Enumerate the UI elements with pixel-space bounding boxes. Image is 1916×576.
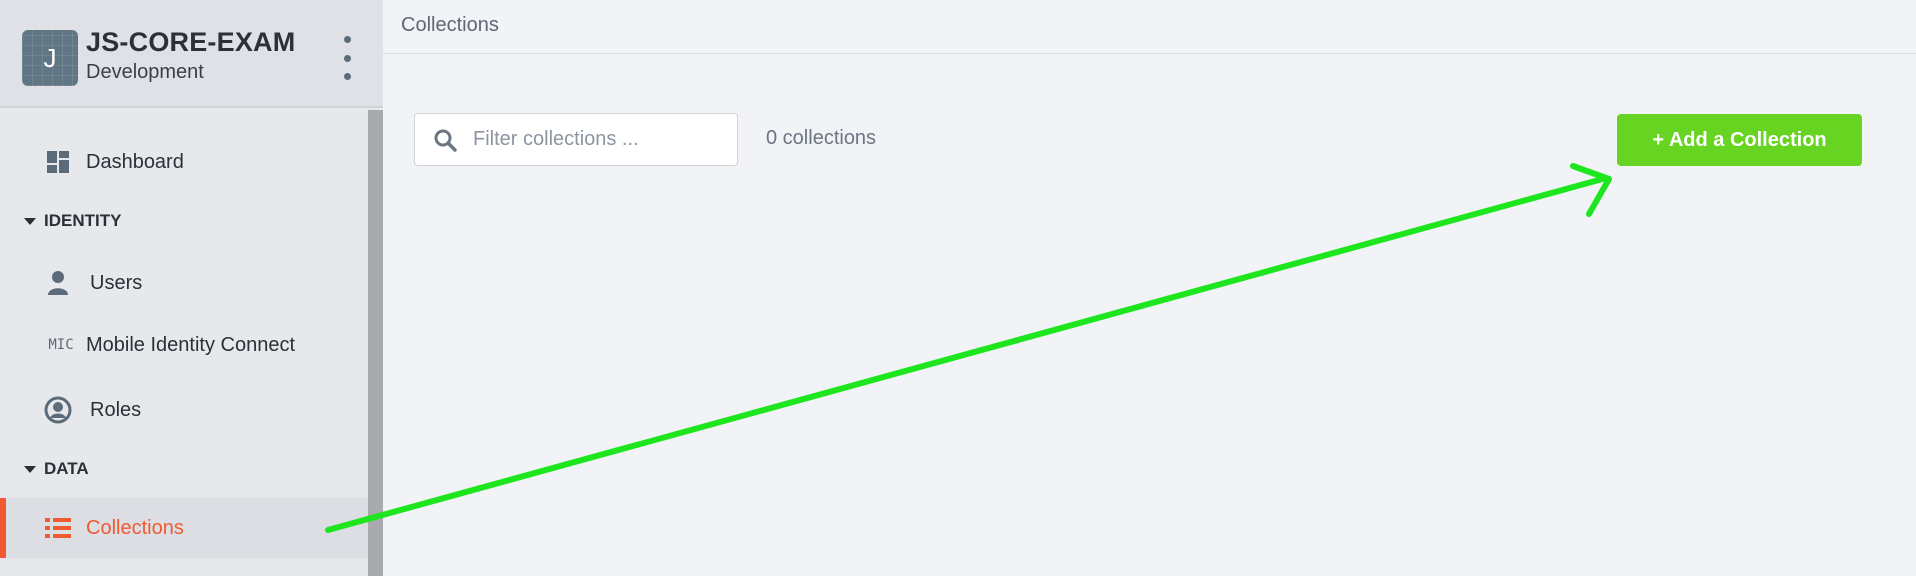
section-label: DATA (44, 459, 89, 478)
sidebar-item-label: Collections (86, 516, 184, 539)
section-data[interactable]: DATA (24, 455, 89, 483)
app-logo[interactable]: J (22, 30, 78, 86)
sidebar-item-users[interactable]: Users (0, 254, 368, 312)
app-header: J JS-CORE-EXAM Development (0, 0, 383, 108)
sidebar-scrollbar[interactable] (368, 110, 383, 576)
sidebar-item-dashboard[interactable]: Dashboard (0, 133, 368, 191)
app-environment: Development (86, 61, 204, 83)
active-indicator (0, 498, 6, 558)
search-icon (433, 128, 457, 152)
sidebar-item-collections[interactable]: Collections (0, 498, 368, 558)
topbar: Collections (383, 0, 1916, 54)
dashboard-icon (44, 148, 72, 176)
sidebar-item-mobile-identity-connect[interactable]: MIC Mobile Identity Connect (0, 316, 368, 374)
sidebar-item-roles[interactable]: Roles (0, 381, 368, 439)
app-name: JS-CORE-EXAM (86, 27, 296, 57)
collections-count: 0 collections (766, 127, 877, 149)
sidebar: J JS-CORE-EXAM Development Dashboard IDE… (0, 0, 383, 576)
mic-icon: MIC (48, 337, 74, 353)
sidebar-item-label: Dashboard (86, 150, 184, 173)
filter-collections-search[interactable] (414, 113, 738, 166)
sidebar-item-label: Users (90, 271, 143, 294)
kebab-menu-icon[interactable] (337, 36, 357, 80)
caret-down-icon (24, 217, 36, 225)
section-label: IDENTITY (44, 211, 122, 230)
roles-icon (44, 396, 72, 424)
section-identity[interactable]: IDENTITY (24, 207, 121, 235)
user-icon (44, 269, 72, 297)
sidebar-item-label: Mobile Identity Connect (86, 333, 296, 356)
add-collection-button[interactable]: + Add a Collection (1617, 114, 1862, 166)
list-icon (44, 514, 72, 542)
sidebar-item-label: Roles (90, 398, 142, 421)
caret-down-icon (24, 465, 36, 473)
breadcrumb[interactable]: Collections (401, 14, 499, 37)
search-input[interactable] (473, 114, 728, 165)
